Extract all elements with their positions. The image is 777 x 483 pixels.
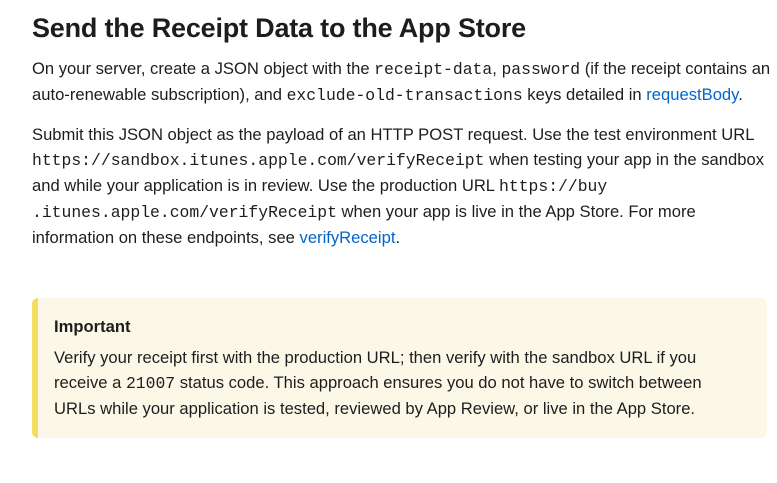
link-verify-receipt[interactable]: verifyReceipt [300, 228, 396, 247]
aside-body: Verify your receipt first with the produ… [54, 345, 747, 421]
text: keys detailed in [522, 85, 647, 104]
important-aside: Important Verify your receipt first with… [32, 298, 767, 438]
section-heading: Send the Receipt Data to the App Store [32, 13, 526, 43]
code-production-url-part1: https://buy [499, 177, 608, 196]
text: . [395, 228, 401, 247]
code-status-21007: 21007 [125, 374, 176, 393]
text: . [738, 85, 743, 104]
paragraph-receipt-data: On your server, create a JSON object wit… [32, 56, 772, 108]
article-content: Send the Receipt Data to the App Store O… [32, 0, 772, 250]
text: On your server, create a JSON object wit… [32, 59, 375, 78]
link-request-body[interactable]: requestBody [646, 85, 738, 104]
code-sandbox-url: https://sandbox.itunes.apple.com/verifyR… [32, 151, 485, 170]
aside-title: Important [54, 317, 131, 336]
paragraph-http-post: Submit this JSON object as the payload o… [32, 122, 772, 250]
code-receipt-data: receipt-data [374, 60, 493, 79]
code-password: password [501, 60, 581, 79]
text: Submit this JSON object as the payload o… [32, 125, 754, 144]
code-exclude-old-transactions: exclude-old-transactions [286, 86, 523, 105]
code-production-url-part2: .itunes.apple.com/verifyReceipt [32, 203, 337, 222]
